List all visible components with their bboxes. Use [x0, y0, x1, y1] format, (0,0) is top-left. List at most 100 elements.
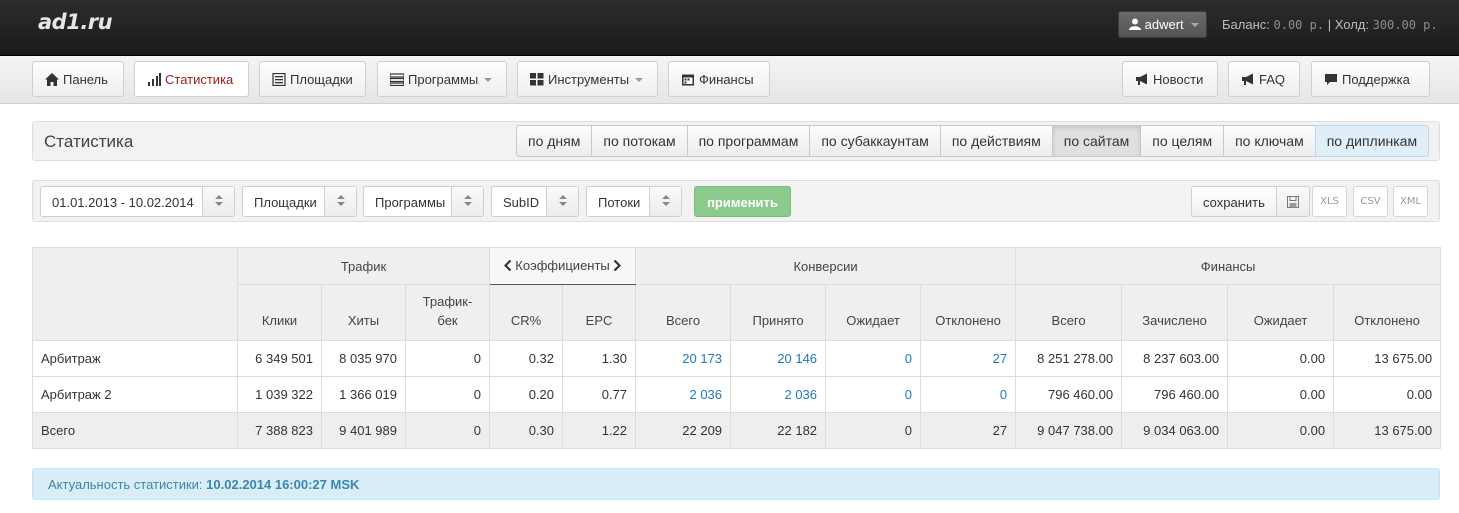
total-conv-pending: 0: [825, 412, 922, 449]
name-header: [32, 247, 238, 341]
export-csv-button[interactable]: CSV: [1353, 186, 1388, 217]
chevron-down-icon: [635, 78, 644, 82]
table-row: Арбитраж 2 1 039 322 1 366 019 0 0.20 0.…: [32, 376, 1442, 413]
cell-fin-pending: 0.00: [1227, 376, 1335, 413]
col-conv-accepted[interactable]: Принято: [730, 284, 827, 341]
view-switcher: по дням по потокам по программам по суба…: [516, 125, 1430, 157]
apply-button[interactable]: применить: [694, 186, 791, 217]
row-name: Арбитраж 2: [32, 376, 238, 413]
total-hits: 9 401 989: [321, 412, 406, 449]
total-epc: 1.22: [562, 412, 637, 449]
view-by-subaccounts[interactable]: по субаккаунтам: [809, 125, 941, 157]
group-coefficients[interactable]: Коэффициенты: [489, 247, 637, 285]
select-arrows-icon: [546, 187, 578, 216]
col-fin-total[interactable]: Всего: [1015, 284, 1123, 341]
total-name: Всего: [32, 412, 238, 449]
view-by-sites[interactable]: по сайтам: [1051, 125, 1142, 157]
total-conv-accepted: 22 182: [730, 412, 827, 449]
nav-finance[interactable]: Финансы: [668, 61, 770, 97]
col-cr[interactable]: CR%: [489, 284, 564, 341]
view-by-goals[interactable]: по целям: [1140, 125, 1225, 157]
user-menu-button[interactable]: adwert: [1118, 11, 1207, 38]
col-trafficback[interactable]: Трафик-бек: [404, 284, 491, 341]
view-by-programs[interactable]: по программам: [686, 125, 811, 157]
export-xls-button[interactable]: XLS: [1312, 186, 1347, 217]
cell-fin-total: 8 251 278.00: [1015, 340, 1123, 377]
group-conversions: Конверсии: [635, 247, 1017, 285]
group-traffic: Трафик: [236, 247, 491, 285]
col-hits[interactable]: Хиты: [321, 284, 406, 341]
comment-icon: [1324, 73, 1338, 86]
cell-hits: 1 366 019: [321, 376, 406, 413]
col-clicks[interactable]: Клики: [237, 284, 322, 341]
cell-conv-accepted-link[interactable]: 20 146: [730, 340, 827, 377]
programs-select[interactable]: Программы: [363, 186, 484, 217]
tasks-icon: [389, 73, 405, 87]
total-conv-rejected: 27: [920, 412, 1017, 449]
cell-fin-rejected: 13 675.00: [1333, 340, 1442, 377]
nav-support[interactable]: Поддержка: [1311, 61, 1430, 97]
view-by-deeplinks[interactable]: по диплинкам: [1314, 125, 1430, 157]
cell-clicks: 1 039 322: [237, 376, 322, 413]
select-arrows-icon: [451, 187, 483, 216]
nav-programs[interactable]: Программы: [377, 61, 507, 97]
select-arrows-icon: [324, 187, 356, 216]
chevron-down-icon: [1191, 23, 1200, 27]
floppy-icon[interactable]: [1276, 186, 1310, 217]
nav-dashboard[interactable]: Панель: [32, 61, 124, 97]
grid-icon: [530, 73, 544, 86]
date-range-select[interactable]: 01.01.2013 - 10.02.2014: [40, 186, 235, 217]
subid-select[interactable]: SubID: [491, 186, 579, 217]
alert-value: 10.02.2014 16:00:27 MSK: [206, 477, 360, 492]
balance-info: Баланс: 0.00 р. | Холд: 300.00 р.: [1222, 17, 1438, 32]
chevron-down-icon: [484, 78, 493, 82]
statistics-header: Статистика по дням по потокам по програм…: [32, 121, 1440, 161]
nav-news[interactable]: Новости: [1122, 61, 1218, 97]
total-cr: 0.30: [489, 412, 564, 449]
nav-sites[interactable]: Площадки: [259, 61, 366, 97]
col-fin-credited[interactable]: Зачислено: [1121, 284, 1229, 341]
view-by-streams[interactable]: по потокам: [591, 125, 688, 157]
chevron-left-icon[interactable]: [503, 259, 512, 274]
cell-conv-accepted-link[interactable]: 2 036: [730, 376, 827, 413]
top-bar: ad1.ru adwert Баланс: 0.00 р. | Холд: 30…: [0, 0, 1459, 56]
cell-conv-rejected-link[interactable]: 0: [920, 376, 1017, 413]
user-name: adwert: [1144, 17, 1184, 32]
cell-epc: 1.30: [562, 340, 637, 377]
streams-select[interactable]: Потоки: [586, 186, 682, 217]
user-icon: [1129, 18, 1141, 33]
calendar-icon: [681, 73, 695, 86]
export-xml-button[interactable]: XML: [1393, 186, 1428, 217]
cell-fin-credited: 796 460.00: [1121, 376, 1229, 413]
cell-fin-credited: 8 237 603.00: [1121, 340, 1229, 377]
logo[interactable]: ad1.ru: [38, 10, 113, 34]
col-epc[interactable]: EPC: [562, 284, 637, 341]
sites-select[interactable]: Площадки: [242, 186, 357, 217]
col-conv-total[interactable]: Всего: [635, 284, 732, 341]
cell-conv-pending-link[interactable]: 0: [825, 376, 922, 413]
select-arrows-icon: [649, 187, 681, 216]
total-fin-pending: 0.00: [1227, 412, 1335, 449]
chevron-right-icon[interactable]: [613, 259, 622, 274]
view-by-actions[interactable]: по действиям: [939, 125, 1053, 157]
nav-faq[interactable]: FAQ: [1228, 61, 1300, 97]
nav-tools[interactable]: Инструменты: [517, 61, 658, 97]
col-fin-rejected[interactable]: Отклонено: [1333, 284, 1442, 341]
cell-conv-total-link[interactable]: 2 036: [635, 376, 732, 413]
cell-conv-total-link[interactable]: 20 173: [635, 340, 732, 377]
col-fin-pending[interactable]: Ожидает: [1227, 284, 1335, 341]
view-by-keys[interactable]: по ключам: [1223, 125, 1316, 157]
cell-conv-rejected-link[interactable]: 27: [920, 340, 1017, 377]
col-conv-pending[interactable]: Ожидает: [825, 284, 922, 341]
col-conv-rejected[interactable]: Отклонено: [920, 284, 1017, 341]
save-button[interactable]: сохранить: [1191, 186, 1277, 217]
cell-fin-rejected: 0.00: [1333, 376, 1442, 413]
balance-value: 0.00 р.: [1273, 18, 1325, 32]
total-fin-rejected: 13 675.00: [1333, 412, 1442, 449]
total-trafficback: 0: [404, 412, 491, 449]
nav-statistics[interactable]: Статистика: [134, 61, 249, 97]
signal-icon: [147, 73, 161, 86]
cell-conv-pending-link[interactable]: 0: [825, 340, 922, 377]
view-by-days[interactable]: по дням: [516, 125, 593, 157]
cell-epc: 0.77: [562, 376, 637, 413]
